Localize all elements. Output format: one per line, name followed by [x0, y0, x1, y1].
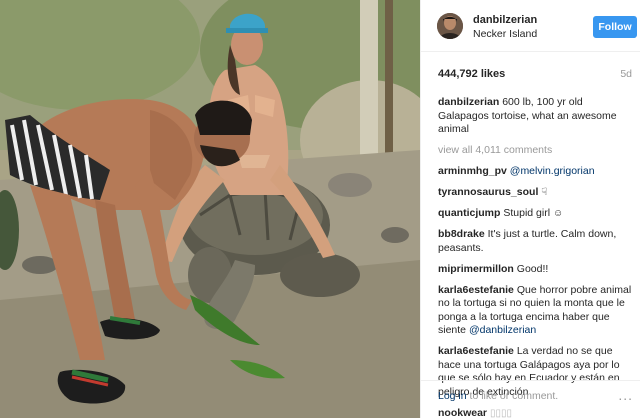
smiling-face-icon: ☺ — [552, 208, 564, 219]
caption-username[interactable]: danbilzerian — [438, 96, 499, 108]
post-photo[interactable] — [0, 0, 420, 418]
login-suffix: to like or comment. — [466, 390, 559, 402]
photo-image — [0, 0, 420, 418]
caption: danbilzerian 600 lb, 100 yr old Galapago… — [438, 96, 636, 137]
comment-username[interactable]: karla6estefanie — [438, 345, 514, 357]
comment-username[interactable]: miprimermillon — [438, 263, 514, 275]
list-item: quanticjump Stupid girl ☺ — [438, 207, 636, 221]
follow-button[interactable]: Follow — [593, 16, 637, 38]
post-username[interactable]: danbilzerian — [473, 14, 537, 26]
comment-username[interactable]: tyrannosaurus_soul — [438, 186, 538, 198]
list-item: karla6estefanie Que horror pobre animal … — [438, 284, 636, 338]
comment-text: Stupid girl — [503, 207, 551, 219]
post-header: danbilzerian Necker Island Follow — [421, 0, 640, 52]
post-side-panel: danbilzerian Necker Island Follow 444,79… — [420, 0, 640, 418]
list-item: bb8drake It's just a turtle. Calm down, … — [438, 228, 636, 255]
post-age[interactable]: 5d — [620, 68, 632, 80]
comment-mention[interactable]: @danbilzerian — [469, 324, 536, 336]
more-options-icon[interactable]: ... — [618, 387, 633, 403]
comment-username[interactable]: karla6estefanie — [438, 284, 514, 296]
comment-username[interactable]: bb8drake — [438, 228, 485, 240]
comment-text: Good!! — [516, 262, 549, 275]
list-item: miprimermillon Good!! — [438, 263, 636, 277]
comment-mention[interactable]: @melvin.grigorian — [510, 165, 595, 177]
comments-list: danbilzerian 600 lb, 100 yr old Galapago… — [438, 96, 636, 418]
comment-username[interactable]: arminmhg_pv — [438, 165, 507, 177]
list-item: arminmhg_pv @melvin.grigorian — [438, 165, 636, 179]
avatar-image — [437, 13, 463, 39]
avatar[interactable] — [437, 13, 463, 39]
comment-username[interactable]: quanticjump — [438, 207, 500, 219]
view-all-comments-link[interactable]: view all 4,011 comments — [438, 144, 636, 158]
likes-count[interactable]: 444,792 likes — [438, 68, 505, 80]
list-item: tyrannosaurus_soul ☟ — [438, 186, 636, 200]
login-link[interactable]: Log in — [438, 390, 467, 402]
login-prompt: Log in to like or comment. — [438, 390, 558, 402]
post-location[interactable]: Necker Island — [473, 28, 537, 40]
post-footer: Log in to like or comment. ... — [421, 380, 640, 418]
pointing-hand-icon: ☟ — [541, 187, 548, 198]
